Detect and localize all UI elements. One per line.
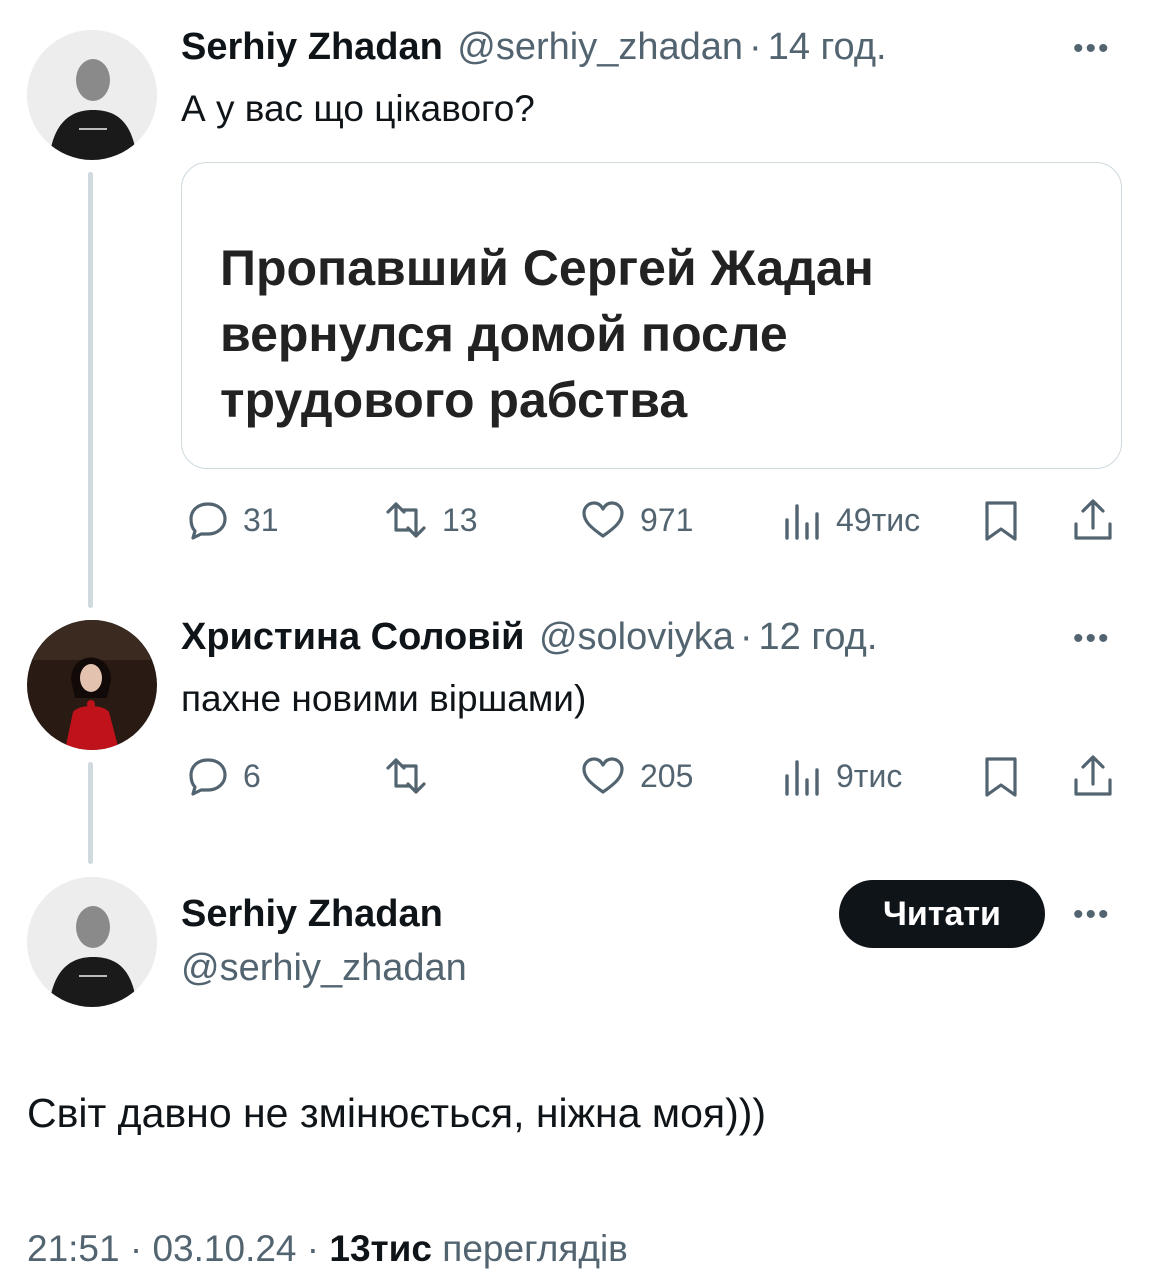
like-count: 205 (640, 757, 694, 794)
bookmark-icon (985, 757, 1017, 797)
views-count: 49тис (836, 501, 921, 538)
separator-dot: · (129, 1228, 143, 1269)
avatar-image (27, 30, 157, 160)
share-button[interactable] (1072, 498, 1114, 542)
share-icon (1074, 499, 1112, 540)
author-handle[interactable]: @soloviyka (539, 616, 734, 658)
tweet-time[interactable]: 21:51 (27, 1228, 120, 1269)
author-handle[interactable]: @serhiy_zhadan (457, 26, 743, 68)
author-name[interactable]: Христина Соловій (181, 616, 525, 658)
bookmark-icon (985, 501, 1017, 541)
repost-button[interactable]: 13 (380, 500, 478, 540)
follow-button[interactable]: Читати (839, 880, 1045, 948)
tweet-time[interactable]: 12 год. (759, 616, 878, 658)
like-button[interactable]: 971 (580, 500, 693, 540)
repost-count: 13 (442, 501, 478, 538)
more-icon[interactable]: ••• (1073, 32, 1111, 66)
views-label: переглядів (442, 1228, 628, 1269)
repost-icon (386, 502, 426, 538)
views-count: 9тис (836, 757, 903, 794)
tweet-text: пахне новими віршами) (181, 678, 587, 719)
bookmark-button[interactable] (983, 500, 1019, 542)
tweet-text: А у вас що цікавого? (181, 88, 535, 129)
repost-button[interactable] (380, 756, 446, 796)
reply-count: 6 (243, 757, 261, 794)
repost-icon (386, 758, 426, 794)
separator-dot: · (739, 616, 753, 658)
avatar-image (27, 620, 157, 750)
author-name[interactable]: Serhiy Zhadan (181, 26, 443, 68)
reply-button[interactable]: 6 (187, 756, 261, 796)
heart-icon (582, 757, 624, 794)
avatar-image (27, 877, 157, 1007)
author-name[interactable]: Serhiy Zhadan (181, 893, 443, 936)
tweet-time[interactable]: 14 год. (768, 26, 887, 68)
more-icon[interactable]: ••• (1073, 898, 1111, 932)
heart-icon (582, 501, 624, 538)
views-button[interactable]: 9тис (782, 756, 902, 796)
avatar-khrystyna-soloviy[interactable] (27, 620, 157, 750)
separator-dot: · (306, 1228, 320, 1269)
separator-dot: · (749, 26, 762, 68)
bookmark-button[interactable] (983, 756, 1019, 798)
share-icon (1074, 755, 1112, 796)
share-button[interactable] (1072, 754, 1114, 798)
link-card[interactable]: Пропавший Сергей Жадан вернулся домой по… (181, 162, 1122, 469)
avatar-serhiy-zhadan[interactable] (27, 30, 157, 160)
reply-icon (189, 502, 227, 540)
reply-count: 31 (243, 501, 279, 538)
thread-line (88, 762, 93, 864)
tweet-text: Світ давно не змінюється, ніжна моя))) (27, 1090, 767, 1136)
more-icon[interactable]: ••• (1073, 622, 1111, 656)
card-headline-line: вернулся домой после (220, 306, 788, 362)
avatar-serhiy-zhadan[interactable] (27, 877, 157, 1007)
tweet-meta: 21:51 · 03.10.24 · 13тис переглядів (27, 1228, 628, 1270)
views-count: 13тис (329, 1228, 433, 1269)
tweet-date[interactable]: 03.10.24 (152, 1228, 296, 1269)
tweet-header: Serhiy Zhadan @serhiy_zhadan · 14 год. (181, 26, 887, 69)
reply-button[interactable]: 31 (187, 500, 279, 540)
card-headline-line: Пропавший Сергей Жадан (220, 240, 874, 296)
tweet-header: Христина Соловій @soloviyka · 12 год. (181, 616, 877, 659)
card-headline: Пропавший Сергей Жадан вернулся домой по… (220, 235, 874, 433)
reply-icon (189, 758, 227, 796)
views-button[interactable]: 49тис (782, 500, 920, 540)
thread-line (88, 172, 93, 608)
author-handle[interactable]: @serhiy_zhadan (181, 947, 467, 990)
like-button[interactable]: 205 (580, 756, 693, 796)
views-icon (785, 760, 819, 796)
like-count: 971 (640, 501, 694, 538)
card-headline-line: трудового рабства (220, 372, 688, 428)
views-icon (785, 504, 819, 540)
